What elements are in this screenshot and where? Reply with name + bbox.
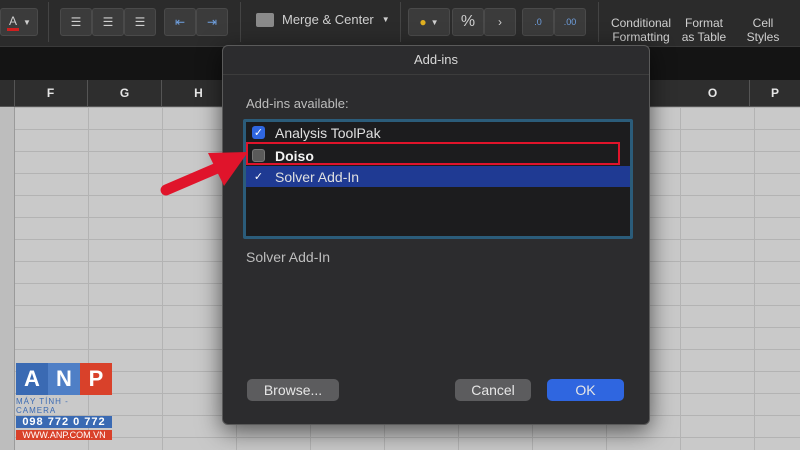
font-color-letter: A: [7, 14, 20, 31]
merge-center-button[interactable]: Merge & Center ▼: [256, 12, 390, 27]
decrease-indent-button[interactable]: ⇤: [164, 8, 196, 36]
font-color-button[interactable]: A ▼: [0, 8, 38, 36]
logo-letter: P: [80, 363, 112, 395]
increase-indent-icon: ⇥: [206, 15, 218, 29]
conditional-formatting-line2: Formatting: [612, 30, 670, 44]
format-as-table-line2: as Table: [681, 30, 727, 44]
align-right-icon: ☰: [134, 15, 146, 29]
align-right-button[interactable]: ☰: [124, 8, 156, 36]
decrease-decimal-icon: .00: [563, 17, 577, 27]
merge-center-label: Merge & Center: [282, 12, 374, 27]
list-item-label: Doiso: [275, 147, 314, 164]
logo-letter: N: [48, 363, 80, 395]
divider: [240, 2, 241, 42]
add-ins-list[interactable]: ✓ Analysis ToolPak Doiso ✓ Solver Add-In: [243, 119, 633, 239]
logo-letter: A: [16, 363, 48, 395]
column-header[interactable]: G: [88, 80, 162, 106]
cell-styles-line1: Cell: [752, 16, 774, 30]
increase-decimal-icon: .0: [534, 17, 542, 27]
checkbox-checked-icon[interactable]: ✓: [252, 126, 265, 139]
conditional-formatting-line1: Conditional: [610, 16, 672, 30]
column-header[interactable]: F: [14, 80, 88, 106]
decrease-decimal-button[interactable]: .00: [554, 8, 586, 36]
browse-button[interactable]: Browse...: [247, 379, 339, 401]
divider: [400, 2, 401, 42]
percent-label: %: [460, 13, 476, 30]
merge-icon: [256, 12, 274, 27]
add-ins-dialog: Add-ins Add-ins available: ✓ Analysis To…: [222, 45, 650, 425]
checkmark-icon[interactable]: ✓: [252, 170, 265, 183]
chevron-down-icon: ▼: [23, 17, 31, 27]
divider: [48, 2, 49, 42]
ribbon-toolbar: A ▼ ☰ ☰ ☰ ⇤ ⇥ Merge & Center ▼ ● ▼ % › .0…: [0, 0, 800, 47]
cell-styles-line2: Styles: [746, 30, 780, 44]
logo-website: WWW.ANP.COM.VN: [16, 430, 112, 440]
divider: [598, 2, 599, 42]
ok-button[interactable]: OK: [547, 379, 624, 401]
list-item-label: Analysis ToolPak: [275, 124, 381, 141]
anp-watermark-logo: A N P MÁY TÍNH - CAMERA 098 772 0 772 WW…: [16, 363, 112, 440]
align-left-button[interactable]: ☰: [60, 8, 92, 36]
row-headers: [0, 107, 15, 450]
chevron-down-icon: ▼: [381, 15, 390, 24]
checkbox-unchecked-icon[interactable]: [252, 149, 265, 162]
conditional-formatting-button[interactable]: Conditional Formatting: [606, 16, 676, 44]
percent-style-button[interactable]: %: [452, 8, 484, 36]
list-item-analysis-toolpak[interactable]: ✓ Analysis ToolPak: [246, 122, 630, 143]
cell-styles-button[interactable]: Cell Styles: [736, 16, 790, 44]
format-as-table-button[interactable]: Format as Table: [676, 16, 732, 44]
increase-decimal-button[interactable]: .0: [522, 8, 554, 36]
logo-phone: 098 772 0 772: [16, 416, 112, 428]
column-header-blank[interactable]: [0, 80, 15, 106]
chevron-down-icon: ▼: [430, 17, 439, 27]
comma-icon: ›: [498, 15, 502, 29]
list-item-doiso[interactable]: Doiso: [246, 145, 630, 166]
list-item-solver-add-in[interactable]: ✓ Solver Add-In: [246, 166, 630, 187]
list-item-label: Solver Add-In: [275, 168, 360, 185]
align-left-icon: ☰: [70, 15, 82, 29]
column-header[interactable]: O: [676, 80, 750, 106]
dialog-title: Add-ins: [223, 46, 649, 75]
align-center-button[interactable]: ☰: [92, 8, 124, 36]
logo-subtitle: MÁY TÍNH - CAMERA: [16, 397, 69, 415]
column-header[interactable]: P: [750, 80, 800, 106]
align-center-icon: ☰: [102, 15, 114, 29]
comma-style-button[interactable]: ›: [484, 8, 516, 36]
logo-letters: A N P: [16, 363, 112, 395]
cancel-button[interactable]: Cancel: [455, 379, 531, 401]
format-as-table-line1: Format: [684, 16, 723, 30]
add-in-description: Solver Add-In: [246, 249, 331, 265]
increase-indent-button[interactable]: ⇥: [196, 8, 228, 36]
add-ins-available-label: Add-ins available:: [246, 96, 349, 111]
accounting-format-button[interactable]: ● ▼: [408, 8, 450, 36]
coins-icon: ●: [419, 15, 427, 29]
decrease-indent-icon: ⇤: [174, 15, 186, 29]
